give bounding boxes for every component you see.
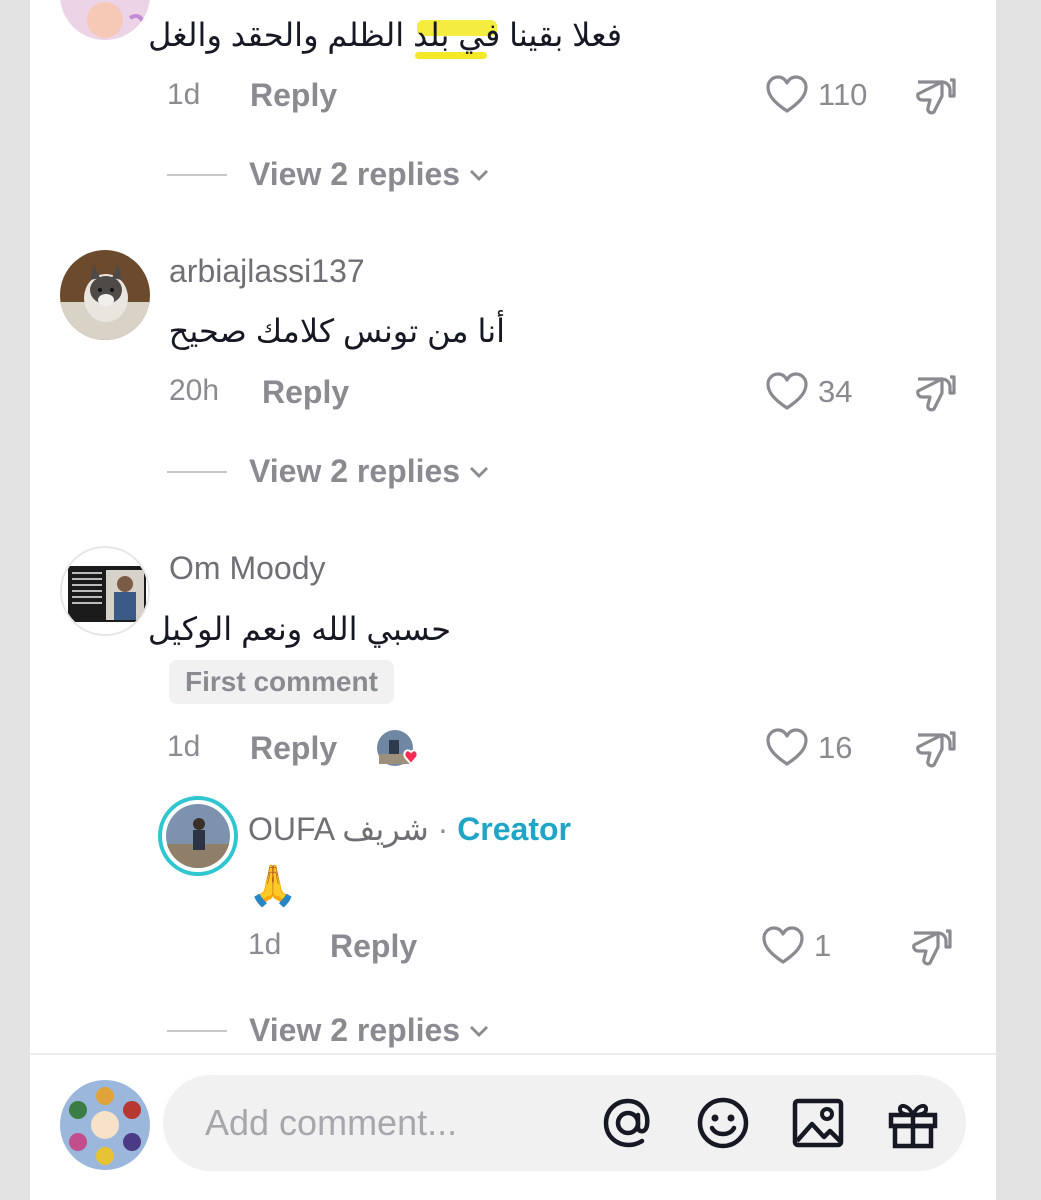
thumbs-down-icon bbox=[916, 78, 956, 115]
avatar[interactable] bbox=[60, 546, 150, 636]
creator-avatar[interactable] bbox=[158, 796, 238, 876]
heart-icon bbox=[766, 728, 808, 766]
view-replies-button[interactable]: View 2 replies bbox=[167, 1012, 490, 1049]
like-count: 1 bbox=[814, 928, 832, 963]
comment-input-bar bbox=[163, 1075, 966, 1171]
heart-icon bbox=[762, 926, 804, 964]
view-replies-button[interactable]: View 2 replies bbox=[167, 156, 490, 193]
reply-button[interactable]: Reply bbox=[262, 374, 349, 411]
like-count: 110 bbox=[818, 77, 868, 112]
like-button[interactable]: 16 bbox=[766, 728, 852, 768]
separator-dot: · bbox=[428, 811, 458, 847]
creator-avatar-small-icon bbox=[377, 730, 419, 766]
comment-time: 20h bbox=[169, 374, 220, 407]
reply-header: OUFA شريف · Creator bbox=[248, 810, 571, 848]
reply-button[interactable]: Reply bbox=[250, 77, 337, 114]
thumbs-down-icon bbox=[916, 375, 956, 412]
comment-text: أنا من تونس كلامك صحيح bbox=[168, 313, 505, 349]
reply-username[interactable]: OUFA شريف bbox=[248, 811, 429, 847]
heart-icon bbox=[766, 372, 808, 410]
like-count: 16 bbox=[818, 730, 853, 765]
gift-icon[interactable] bbox=[885, 1095, 941, 1151]
my-avatar[interactable] bbox=[60, 1080, 150, 1170]
reply-time: 1d bbox=[248, 928, 282, 961]
divider-line bbox=[167, 1029, 227, 1032]
chevron-down-icon bbox=[470, 466, 489, 478]
comment-body: فعلا بقينا في بلد الظلم والحقد والغل bbox=[148, 12, 622, 59]
creator-label: Creator bbox=[457, 811, 571, 847]
dislike-button[interactable] bbox=[914, 373, 958, 420]
view-replies-button[interactable]: View 2 replies bbox=[167, 453, 490, 490]
like-count: 34 bbox=[818, 374, 853, 409]
like-button[interactable]: 110 bbox=[766, 75, 867, 115]
comment-username[interactable]: arbiajlassi137 bbox=[169, 253, 365, 290]
comment-input[interactable] bbox=[205, 1099, 565, 1147]
first-comment-badge: First comment bbox=[169, 660, 394, 704]
comment-time: 1d bbox=[167, 730, 201, 763]
chevron-down-icon bbox=[470, 1025, 489, 1037]
view-replies-label: View 2 replies bbox=[249, 1012, 461, 1048]
chevron-down-icon bbox=[470, 169, 489, 181]
reply-button[interactable]: Reply bbox=[330, 928, 417, 965]
like-button[interactable]: 1 bbox=[762, 926, 831, 966]
divider-line bbox=[167, 470, 227, 473]
at-icon[interactable] bbox=[600, 1095, 656, 1151]
reply-button[interactable]: Reply bbox=[250, 730, 337, 767]
composer-divider bbox=[30, 1053, 996, 1055]
creator-liked-indicator bbox=[375, 728, 425, 772]
reply-text: 🙏 bbox=[248, 863, 298, 909]
view-replies-label: View 2 replies bbox=[249, 453, 461, 489]
heart-icon bbox=[766, 75, 808, 113]
comment-time: 1d bbox=[167, 78, 201, 111]
comment-text: حسبي الله ونعم الوكيل bbox=[147, 611, 451, 647]
dislike-button[interactable] bbox=[910, 927, 954, 974]
emoji-icon[interactable] bbox=[695, 1095, 751, 1151]
view-replies-label: View 2 replies bbox=[249, 156, 461, 192]
thumbs-down-icon bbox=[912, 929, 952, 966]
divider-line bbox=[167, 173, 227, 176]
avatar[interactable] bbox=[60, 250, 150, 340]
comment-username[interactable]: Om Moody bbox=[169, 550, 325, 587]
dislike-button[interactable] bbox=[914, 76, 958, 123]
thumbs-down-icon bbox=[916, 731, 956, 768]
image-icon[interactable] bbox=[790, 1095, 846, 1151]
comment-text: فعلا بقينا في بلد الظلم والحقد والغل bbox=[148, 17, 622, 53]
dislike-button[interactable] bbox=[914, 729, 958, 776]
like-button[interactable]: 34 bbox=[766, 372, 852, 412]
